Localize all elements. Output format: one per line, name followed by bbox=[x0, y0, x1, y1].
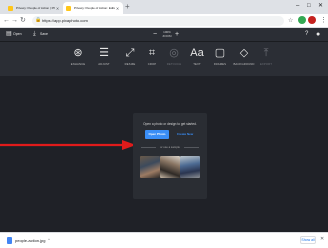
browser-tab-2[interactable]: Privacy: People of Action: Editor ✕ bbox=[63, 2, 123, 14]
url-text: https://app.pixaphoto.com bbox=[42, 18, 88, 23]
tab-favicon bbox=[66, 5, 71, 11]
divider-line bbox=[184, 147, 199, 148]
start-dialog: Open a photo or design to get started. O… bbox=[133, 113, 207, 199]
tool-label: EXPORT bbox=[259, 62, 273, 66]
aperture-icon: ⊛ bbox=[73, 47, 83, 59]
tool-export[interactable]: ⤒ EXPORT bbox=[252, 46, 280, 66]
create-new-button[interactable]: Create New bbox=[173, 130, 197, 139]
download-file-name[interactable]: people-action.jpg bbox=[15, 238, 45, 243]
open-folder-icon[interactable]: ▤ bbox=[6, 31, 12, 38]
tool-adjust[interactable]: ☰ ADJUST bbox=[90, 46, 118, 66]
upload-icon: ⤒ bbox=[263, 47, 269, 59]
save-button[interactable]: Save bbox=[40, 32, 48, 36]
new-tab-icon[interactable]: + bbox=[125, 2, 130, 12]
minimize-icon[interactable]: – bbox=[296, 2, 299, 11]
tool-label: ENHANCE bbox=[70, 62, 86, 66]
extension-icon[interactable] bbox=[298, 16, 306, 24]
zoom-in-button[interactable]: + bbox=[175, 30, 179, 39]
zoom-out-button[interactable]: − bbox=[153, 30, 157, 39]
dialog-prompt: Open a photo or design to get started. bbox=[143, 122, 197, 126]
file-icon bbox=[7, 237, 12, 244]
sliders-icon: ☰ bbox=[99, 47, 109, 59]
sample-divider: or use a sample bbox=[141, 145, 199, 149]
open-button[interactable]: Open bbox=[13, 32, 22, 36]
zoom-readout: 100% ZOOM bbox=[162, 30, 172, 38]
tab-close-icon[interactable]: ✕ bbox=[55, 6, 60, 11]
app-toolbar: ▤ Open ⤓ Save − 100% ZOOM + ? ● bbox=[0, 28, 328, 42]
menu-icon[interactable]: ⋮ bbox=[320, 16, 327, 26]
tool-label: ADJUST bbox=[98, 62, 110, 66]
sample-photo-3[interactable] bbox=[180, 156, 200, 178]
pointer-arrow bbox=[0, 140, 136, 150]
lock-icon: 🔒 bbox=[35, 17, 42, 23]
account-icon[interactable]: ● bbox=[316, 31, 320, 38]
tab-title: Privacy: People of Action | Photo... bbox=[16, 6, 55, 10]
sample-photo-2[interactable] bbox=[160, 156, 180, 178]
tab-title: Privacy: People of Action: Editor bbox=[74, 6, 115, 10]
profile-avatar[interactable] bbox=[308, 16, 316, 24]
save-icon[interactable]: ⤓ bbox=[33, 31, 36, 38]
close-window-icon[interactable]: ✕ bbox=[318, 2, 323, 11]
url-field[interactable]: 🔒 https://app.pixaphoto.com bbox=[32, 16, 284, 26]
tool-strip: ⊛ ENHANCE ☰ ADJUST ⤢ RESIZE ⌗ CROP ◎ RET… bbox=[0, 42, 328, 76]
sample-photo-1[interactable] bbox=[140, 156, 160, 178]
close-icon[interactable]: ✕ bbox=[320, 236, 324, 242]
back-icon[interactable]: ← bbox=[3, 16, 10, 26]
tool-enhance[interactable]: ⊛ ENHANCE bbox=[64, 46, 92, 66]
zoom-label: ZOOM bbox=[162, 34, 172, 38]
maximize-icon[interactable]: □ bbox=[307, 2, 311, 11]
browser-tab-bar: Privacy: People of Action | Photo... ✕ P… bbox=[0, 0, 328, 14]
tab-favicon bbox=[8, 5, 13, 11]
star-icon[interactable]: ☆ bbox=[288, 16, 293, 26]
help-icon[interactable]: ? bbox=[305, 31, 308, 38]
download-bar: people-action.jpg ^ Show all ✕ bbox=[0, 232, 328, 248]
browser-tab-1[interactable]: Privacy: People of Action | Photo... ✕ bbox=[5, 2, 63, 14]
open-photo-button[interactable]: Open Photo bbox=[145, 130, 169, 139]
show-all-button[interactable]: Show all bbox=[300, 236, 316, 244]
address-bar: ← → ↻ 🔒 https://app.pixaphoto.com ☆ ⋮ bbox=[0, 14, 328, 28]
reload-icon[interactable]: ↻ bbox=[20, 16, 26, 26]
chevron-up-icon[interactable]: ^ bbox=[48, 237, 50, 242]
forward-icon[interactable]: → bbox=[11, 16, 18, 26]
tab-close-icon[interactable]: ✕ bbox=[115, 6, 120, 11]
